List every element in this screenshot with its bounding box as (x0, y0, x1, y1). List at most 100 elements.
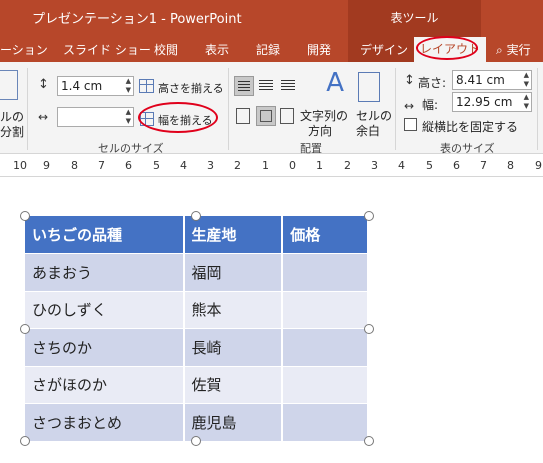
table-cell[interactable]: 佐賀 (183, 366, 284, 404)
table-height-label: 高さ: (418, 76, 447, 90)
table-cell[interactable]: 熊本 (183, 291, 284, 329)
table-width-label: 幅: (422, 98, 439, 112)
table-height-icon: ↕ (404, 73, 415, 88)
table-width-icon: ↔ (404, 99, 415, 113)
text-direction-icon[interactable]: A (310, 68, 344, 104)
table-width-input[interactable]: 12.95 cm ▲ ▼ (452, 92, 532, 112)
align-bottom-icon[interactable] (280, 108, 294, 124)
spin-arrows-icon[interactable]: ▲ ▼ (126, 108, 131, 126)
ruler-number: 8 (71, 159, 78, 172)
ruler-number: 9 (43, 159, 50, 172)
table-cell[interactable]: ひのしずく (25, 291, 185, 329)
separator (27, 68, 28, 150)
ruler-number: 3 (207, 159, 214, 172)
align-left-icon[interactable] (234, 76, 254, 96)
table-width-value: 12.95 cm (456, 95, 513, 109)
table-cell[interactable]: 長崎 (183, 328, 284, 367)
cell-size-group-label: セルのサイズ (98, 142, 164, 155)
header-cell[interactable]: いちごの品種 (25, 216, 185, 254)
distribute-rows-button[interactable]: 高さを揃える (158, 80, 224, 96)
align-center-icon[interactable] (258, 78, 274, 92)
header-cell[interactable]: 価格 (282, 216, 369, 254)
cell-width-input[interactable]: ▲ ▼ (57, 107, 134, 127)
spin-arrows-icon[interactable]: ▲ ▼ (126, 77, 131, 95)
text-direction-label-2[interactable]: 方向 (308, 122, 332, 139)
lock-aspect-label[interactable]: 縦横比を固定する (422, 118, 518, 135)
spin-arrows-icon[interactable]: ▲ ▼ (524, 71, 529, 89)
resize-handle-top-right[interactable] (364, 211, 374, 221)
table-cell[interactable]: 福岡 (183, 253, 284, 292)
ruler-number: 0 (289, 159, 296, 172)
table-height-input[interactable]: 8.41 cm ▲ ▼ (452, 70, 532, 90)
align-middle-icon[interactable] (256, 106, 276, 126)
table-cell[interactable]: さがほのか (25, 366, 185, 404)
layout-tab-highlight (416, 36, 478, 60)
search-icon: ⌕ (496, 43, 503, 57)
ruler-number: 2 (234, 159, 241, 172)
ruler-number: 7 (480, 159, 487, 172)
table-row: さがほのか 佐賀 (25, 366, 369, 404)
title-bar: プレゼンテーション1 - PowerPoint 表ツール (0, 0, 543, 34)
ruler-number: 6 (453, 159, 460, 172)
ribbon: ルの 分割 ↕ 1.4 cm ▲ ▼ ↔ ▲ ▼ 高さを揃える 幅を揃える セルのサ… (0, 62, 543, 155)
align-right-icon[interactable] (280, 78, 296, 92)
ruler-number: 6 (125, 159, 132, 172)
cell-margins-icon[interactable] (358, 72, 380, 102)
ruler-number: 8 (507, 159, 514, 172)
resize-handle-top[interactable] (191, 211, 201, 221)
ruler-number: 9 (535, 159, 542, 172)
strawberry-table[interactable]: いちごの品種 生産地 価格 あまおう 福岡 ひのしずく 熊本 さちのか 長崎 さ… (25, 216, 369, 442)
ruler-number: 3 (371, 159, 378, 172)
header-cell[interactable]: 生産地 (183, 216, 284, 254)
table-cell[interactable] (282, 328, 369, 367)
table-row: ひのしずく 熊本 (25, 291, 369, 329)
ribbon-tab-bar: ーション スライド ショー 校閲 表示 記録 開発 デザイン レイアウト ⌕ 実… (0, 34, 543, 62)
table-height-value: 8.41 cm (456, 73, 505, 87)
ruler-number: 10 (13, 159, 27, 172)
tab-slideshow-partial[interactable]: ーション (0, 41, 48, 58)
horizontal-ruler: 10 9 8 7 6 5 4 3 2 1 0 1 2 3 4 5 6 7 8 9 (0, 155, 543, 177)
table-cell[interactable]: 鹿児島 (183, 403, 284, 442)
lock-aspect-checkbox[interactable] (404, 118, 417, 131)
split-cells-label-2[interactable]: 分割 (0, 123, 24, 140)
cell-margins-label-2[interactable]: 余白 (356, 122, 380, 139)
alignment-group-label: 配置 (300, 142, 322, 155)
tab-view[interactable]: 表示 (205, 41, 229, 58)
table-cell[interactable]: あまおう (25, 253, 185, 292)
table-cell[interactable]: さちのか (25, 328, 185, 367)
resize-handle-bottom-left[interactable] (20, 436, 30, 446)
search-tell-me[interactable]: ⌕ 実行 (496, 41, 531, 58)
resize-handle-bottom-right[interactable] (364, 436, 374, 446)
resize-handle-left[interactable] (20, 324, 30, 334)
cell-height-input[interactable]: 1.4 cm ▲ ▼ (57, 76, 134, 96)
separator (395, 68, 396, 150)
align-top-icon[interactable] (236, 108, 250, 124)
column-width-icon: ↔ (38, 110, 49, 124)
table-cell[interactable] (282, 366, 369, 404)
distribute-rows-icon (139, 79, 154, 93)
table-row: さちのか 長崎 (25, 328, 369, 367)
separator (228, 68, 229, 150)
table-tools-header: 表ツール (348, 0, 481, 34)
split-cells-icon[interactable] (0, 70, 18, 100)
resize-handle-bottom[interactable] (191, 436, 201, 446)
resize-handle-top-left[interactable] (20, 211, 30, 221)
ruler-number: 2 (344, 159, 351, 172)
cell-height-value: 1.4 cm (61, 79, 103, 93)
tab-slide-show[interactable]: スライド ショー (63, 41, 151, 58)
ruler-number: 5 (153, 159, 160, 172)
table-cell[interactable] (282, 291, 369, 329)
tab-record[interactable]: 記録 (256, 41, 280, 58)
table-cell[interactable] (282, 253, 369, 292)
table-cell[interactable] (282, 403, 369, 442)
table-cell[interactable]: さつまおとめ (25, 403, 185, 442)
tab-review[interactable]: 校閲 (154, 41, 178, 58)
table-header-row: いちごの品種 生産地 価格 (25, 216, 369, 254)
spin-arrows-icon[interactable]: ▲ ▼ (524, 93, 529, 111)
table-size-group-label: 表のサイズ (440, 142, 495, 155)
table-row: あまおう 福岡 (25, 253, 369, 292)
tab-design[interactable]: デザイン (360, 41, 408, 58)
ruler-number: 5 (426, 159, 433, 172)
tab-developer[interactable]: 開発 (307, 41, 331, 58)
resize-handle-right[interactable] (364, 324, 374, 334)
